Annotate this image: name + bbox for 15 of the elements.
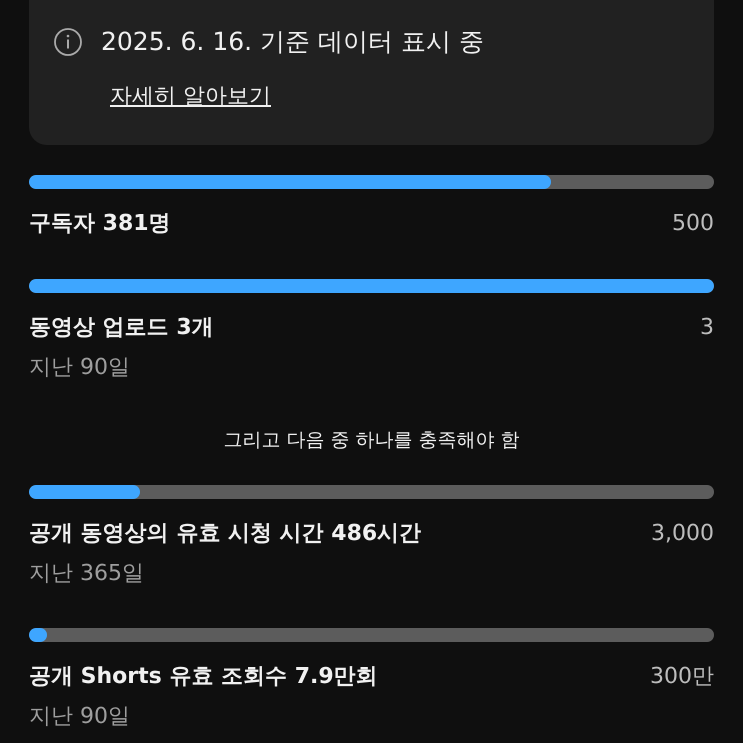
period-text: 지난 365일 <box>29 560 145 588</box>
requirement-label: 구독자 381명 <box>29 210 171 238</box>
requirement-label: 공개 Shorts 유효 조회수 7.9만회 <box>29 663 378 691</box>
requirement-label: 동영상 업로드 3개 <box>29 314 214 342</box>
learn-more-link[interactable]: 자세히 알아보기 <box>110 82 271 112</box>
target-value: 3,000 <box>651 520 714 548</box>
period-text: 지난 90일 <box>29 703 131 731</box>
data-date-title: 2025. 6. 16. 기준 데이터 표시 중 <box>101 26 484 58</box>
target-value: 300만 <box>650 663 714 691</box>
requirement-note: 그리고 다음 중 하나를 충족해야 함 <box>223 429 520 451</box>
target-value: 3 <box>700 314 714 342</box>
period-text: 지난 90일 <box>29 354 131 382</box>
requirement-label: 공개 동영상의 유효 시청 시간 486시간 <box>29 520 422 548</box>
target-value: 500 <box>672 210 714 238</box>
info-icon <box>53 27 83 57</box>
